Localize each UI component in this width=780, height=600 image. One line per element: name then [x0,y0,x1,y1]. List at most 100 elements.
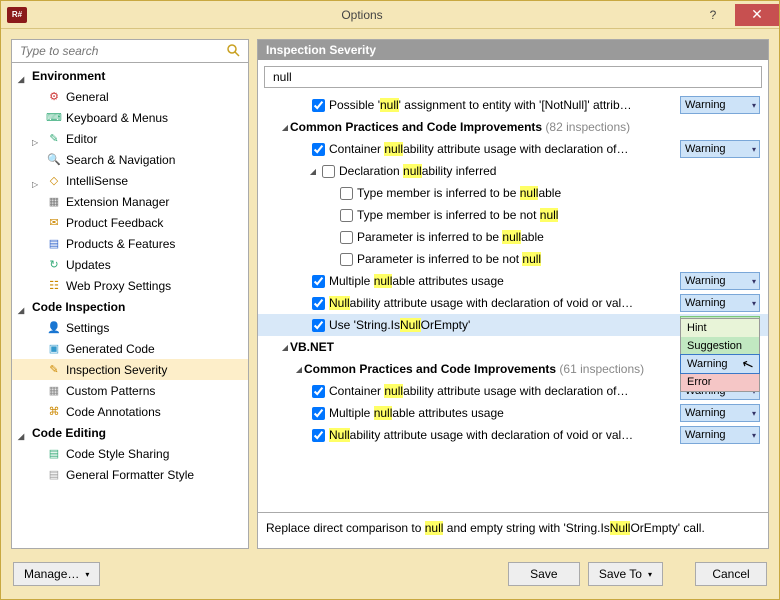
severity-selector[interactable]: Warning [680,272,760,290]
chevron-icon[interactable] [32,176,42,186]
inspection-checkbox[interactable] [312,319,325,332]
sidebar-search[interactable] [12,40,248,63]
inspection-checkbox[interactable] [312,385,325,398]
inspection-checkbox[interactable] [340,253,353,266]
item-icon: ▤ [46,446,62,462]
inspection-row[interactable]: Multiple nullable attributes usageWarnin… [258,270,768,292]
sidebar-item[interactable]: ▤ General Formatter Style [12,464,248,485]
sidebar-item[interactable]: ▦Custom Patterns [12,380,248,401]
close-button[interactable]: ✕ [735,4,779,26]
inspection-row[interactable]: Nullability attribute usage with declara… [258,292,768,314]
sidebar-tree[interactable]: Environment ⚙General⌨Keyboard & Menus✎Edi… [12,63,248,548]
inspection-checkbox[interactable] [340,187,353,200]
app-icon: R# [7,7,27,23]
sidebar-item[interactable]: ☷Web Proxy Settings [12,275,248,296]
search-icon [226,43,242,59]
item-label: Product Feedback [66,216,163,230]
sidebar-category[interactable]: Environment [12,65,248,86]
row-label: Nullability attribute usage with declara… [329,296,674,310]
item-label: Generated Code [66,342,155,356]
chevron-icon[interactable] [32,134,42,144]
inspection-checkbox[interactable] [312,429,325,442]
item-label: IntelliSense [66,174,128,188]
inspection-checkbox[interactable] [312,99,325,112]
filter-input[interactable] [271,69,755,85]
sidebar-item[interactable]: ▣ Generated Code [12,338,248,359]
sidebar-item[interactable]: ✎Inspection Severity [12,359,248,380]
severity-selector[interactable]: Warning [680,140,760,158]
inspection-checkbox[interactable] [312,143,325,156]
dropdown-suggestion[interactable]: Suggestion [681,337,759,355]
chevron-icon[interactable] [18,71,28,81]
group-row[interactable]: ◢Common Practices and Code Improvements … [258,116,768,138]
inspection-checkbox[interactable] [340,231,353,244]
item-label: General Formatter Style [66,468,194,482]
inspection-checkbox[interactable] [312,407,325,420]
sidebar-search-input[interactable] [18,43,226,59]
save-to-button[interactable]: Save To [588,562,663,586]
chevron-icon[interactable]: ◢ [308,167,318,176]
item-icon: ▣ [46,341,62,357]
sidebar-item[interactable]: ▤Code Style Sharing [12,443,248,464]
inspection-row[interactable]: Possible 'null' assignment to entity wit… [258,94,768,116]
sidebar-item[interactable]: ⌘Code Annotations [12,401,248,422]
chevron-icon[interactable]: ◢ [294,365,304,374]
dropdown-hint[interactable]: Hint [681,319,759,337]
chevron-icon[interactable]: ◢ [280,343,290,352]
item-label: Updates [66,258,111,272]
item-icon: ✎ [46,131,62,147]
sidebar-item[interactable]: 👤Settings [12,317,248,338]
filter-box[interactable] [264,66,762,88]
dropdown-error[interactable]: Error [681,373,759,391]
inspection-row[interactable]: ◢ Declaration nullability inferred [258,160,768,182]
inspection-checkbox[interactable] [312,275,325,288]
item-icon: ⌨ [46,110,62,126]
inspection-row[interactable]: Type member is inferred to be nullable [258,182,768,204]
row-label: Possible 'null' assignment to entity wit… [329,98,674,112]
cancel-button[interactable]: Cancel [695,562,767,586]
sidebar-item[interactable]: ⌨Keyboard & Menus [12,107,248,128]
sidebar-item[interactable]: ✉Product Feedback [12,212,248,233]
chevron-icon[interactable] [18,302,28,312]
manage-button[interactable]: Manage… [13,562,100,586]
item-icon: 👤 [46,320,62,336]
item-icon: ▦ [46,194,62,210]
severity-selector[interactable]: Warning [680,426,760,444]
inspection-checkbox[interactable] [340,209,353,222]
inspection-checkbox[interactable] [312,297,325,310]
sidebar-item[interactable]: 🔍Search & Navigation [12,149,248,170]
sidebar-item[interactable]: ▦Extension Manager [12,191,248,212]
category-label: Code Editing [32,426,106,440]
inspection-list[interactable]: Possible 'null' assignment to entity wit… [258,94,768,512]
category-label: Environment [32,69,105,83]
sidebar-item[interactable]: ↻Updates [12,254,248,275]
row-label: Container nullability attribute usage wi… [329,142,674,156]
severity-selector[interactable]: Warning [680,96,760,114]
inspection-row[interactable]: Parameter is inferred to be not null [258,248,768,270]
inspection-row[interactable]: Nullability attribute usage with declara… [258,424,768,446]
inspection-row[interactable]: Type member is inferred to be not null [258,204,768,226]
save-button[interactable]: Save [508,562,580,586]
severity-selector[interactable]: Warning [680,294,760,312]
inspection-checkbox[interactable] [322,165,335,178]
inspection-row[interactable]: Container nullability attribute usage wi… [258,138,768,160]
item-icon: ▤ [46,467,62,483]
sidebar-category[interactable]: Code Editing [12,422,248,443]
sidebar-item[interactable]: ▤Products & Features [12,233,248,254]
chevron-icon[interactable] [18,428,28,438]
sidebar-item[interactable]: ⚙General [12,86,248,107]
sidebar-item[interactable]: ✎Editor [12,128,248,149]
row-label: Use 'String.IsNullOrEmpty' [329,318,674,332]
severity-selector[interactable]: Warning [680,404,760,422]
chevron-icon[interactable]: ◢ [280,123,290,132]
inspection-row[interactable]: Parameter is inferred to be nullable [258,226,768,248]
row-label: Declaration nullability inferred [339,164,760,178]
sidebar-category[interactable]: Code Inspection [12,296,248,317]
row-label: Common Practices and Code Improvements (… [290,120,760,134]
inspection-row[interactable]: Multiple nullable attributes usageWarnin… [258,402,768,424]
help-button[interactable]: ? [691,4,735,26]
item-icon: ✎ [46,362,62,378]
sidebar-item[interactable]: ◇IntelliSense [12,170,248,191]
item-label: Code Annotations [66,405,161,419]
row-label: Parameter is inferred to be nullable [357,230,760,244]
